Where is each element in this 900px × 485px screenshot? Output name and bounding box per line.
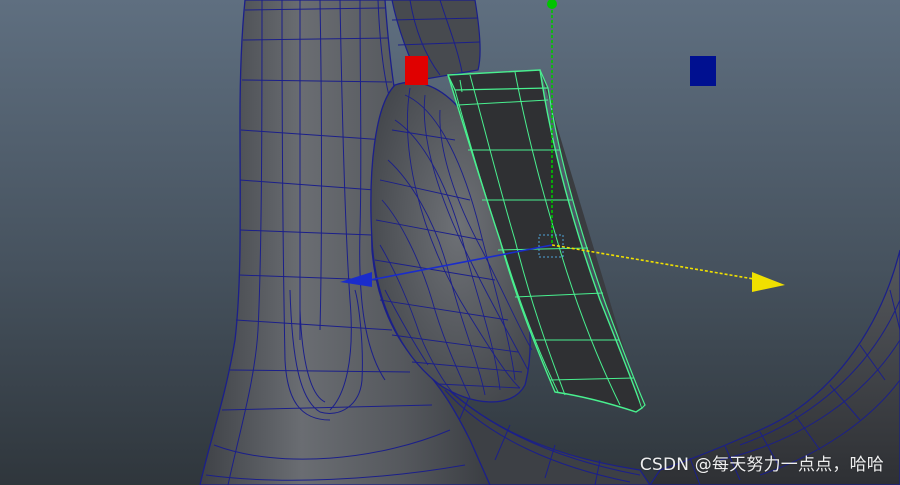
scene-canvas[interactable]: [0, 0, 900, 485]
green-sphere-handle-icon[interactable]: [547, 0, 557, 9]
maya-viewport[interactable]: CSDN @每天努力一点点，哈哈: [0, 0, 900, 485]
yellow-cone-arrow-icon[interactable]: [752, 272, 785, 292]
watermark-text: CSDN @每天努力一点点，哈哈: [639, 455, 884, 475]
blue-square-icon[interactable]: [690, 56, 716, 86]
upper-arch-mesh[interactable]: [385, 0, 481, 81]
red-square-icon[interactable]: [405, 56, 428, 85]
